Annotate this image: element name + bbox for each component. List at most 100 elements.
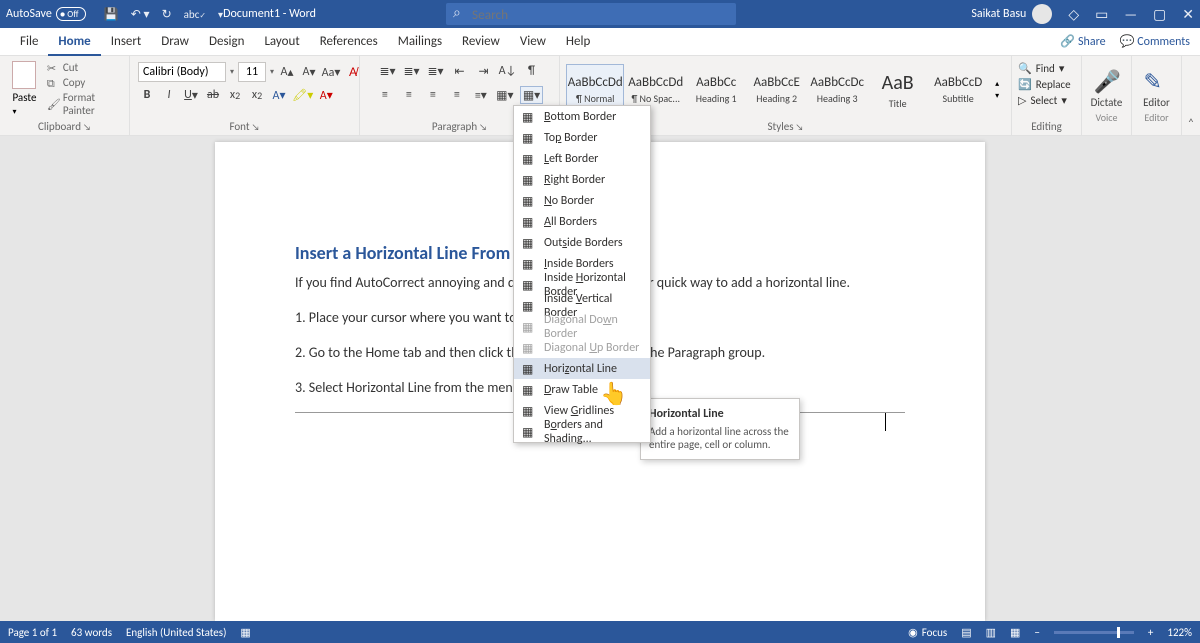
web-layout-icon[interactable]: ▦	[1010, 626, 1020, 639]
ribbon-display-icon[interactable]: ▭	[1095, 6, 1108, 23]
font-size-select[interactable]	[238, 62, 266, 82]
zoom-out-icon[interactable]: −	[1034, 626, 1039, 639]
tab-review[interactable]: Review	[452, 28, 510, 56]
align-right-icon[interactable]: ≡	[424, 86, 442, 104]
dialog-launcher-icon[interactable]: ↘	[794, 122, 804, 133]
bold-icon[interactable]: B	[138, 86, 156, 104]
tab-help[interactable]: Help	[556, 28, 600, 56]
tab-mailings[interactable]: Mailings	[388, 28, 452, 56]
zoom-level[interactable]: 122%	[1167, 626, 1192, 639]
sort-icon[interactable]: A↓	[499, 62, 517, 80]
menu-item[interactable]: ▦Borders and Shading...	[514, 421, 650, 442]
dialog-launcher-icon[interactable]: ↘	[250, 122, 260, 133]
italic-icon[interactable]: I	[160, 86, 178, 104]
replace-button[interactable]: 🔄 Replace	[1018, 78, 1071, 91]
save-icon[interactable]: 💾	[104, 7, 119, 22]
tab-insert[interactable]: Insert	[101, 28, 152, 56]
paste-button[interactable]: Paste▾	[6, 61, 43, 117]
macro-icon[interactable]: ▦	[240, 626, 250, 639]
menu-item[interactable]: ▦Horizontal Line	[514, 358, 650, 379]
tab-layout[interactable]: Layout	[254, 28, 309, 56]
format-painter-button[interactable]: 🖌Format Painter	[47, 91, 123, 117]
align-left-icon[interactable]: ≡	[376, 86, 394, 104]
minimize-icon[interactable]: —	[1124, 6, 1137, 23]
print-layout-icon[interactable]: ▥	[986, 626, 996, 639]
style-card[interactable]: AaBbCcDcHeading 3	[808, 64, 866, 116]
menu-item[interactable]: ▦All Borders	[514, 211, 650, 232]
style-card[interactable]: AaBbCcEHeading 2	[747, 64, 805, 116]
line-spacing-icon[interactable]: ≡▾	[472, 86, 490, 104]
tab-design[interactable]: Design	[199, 28, 254, 56]
menu-item[interactable]: ▦Right Border	[514, 169, 650, 190]
diamond-icon[interactable]: ◇	[1068, 6, 1079, 23]
menu-item[interactable]: ▦Left Border	[514, 148, 650, 169]
strikethrough-icon[interactable]: ab	[204, 86, 222, 104]
style-card[interactable]: AaBbCcDSubtitle	[929, 64, 987, 116]
cut-button[interactable]: ✂Cut	[47, 61, 123, 74]
bullets-icon[interactable]: ≣▾	[379, 62, 397, 80]
page-indicator[interactable]: Page 1 of 1	[8, 626, 57, 639]
share-button[interactable]: 🔗 Share	[1060, 34, 1105, 49]
qat-more-icon[interactable]: ▾	[218, 8, 223, 21]
tab-draw[interactable]: Draw	[151, 28, 199, 56]
font-family-select[interactable]	[138, 62, 226, 82]
shrink-font-icon[interactable]: A▾	[300, 63, 318, 81]
tab-home[interactable]: Home	[48, 28, 100, 56]
copy-icon: ⧉	[47, 77, 59, 89]
zoom-slider[interactable]	[1054, 631, 1134, 634]
menu-item[interactable]: ▦Draw Table	[514, 379, 650, 400]
redo-icon[interactable]: ↻	[162, 7, 172, 22]
user-account[interactable]: Saikat Basu	[971, 4, 1052, 24]
multilevel-icon[interactable]: ≣▾	[427, 62, 445, 80]
tab-file[interactable]: File	[10, 28, 48, 56]
numbering-icon[interactable]: ≣▾	[403, 62, 421, 80]
find-button[interactable]: 🔍 Find ▾	[1018, 62, 1064, 75]
menu-item[interactable]: ▦Top Border	[514, 127, 650, 148]
menu-item[interactable]: ▦Outside Borders	[514, 232, 650, 253]
justify-icon[interactable]: ≡	[448, 86, 466, 104]
menu-item: ▦Diagonal Up Border	[514, 337, 650, 358]
font-color-icon[interactable]: A▾	[317, 86, 335, 104]
borders-button[interactable]: ▦▾	[520, 86, 543, 104]
menu-item[interactable]: ▦No Border	[514, 190, 650, 211]
highlight-icon[interactable]: 🖍▾	[292, 86, 313, 104]
change-case-icon[interactable]: Aa▾	[322, 63, 340, 81]
collapse-ribbon-icon[interactable]: ˄	[1182, 56, 1200, 135]
style-card[interactable]: AaBTitle	[868, 64, 926, 116]
styles-more-icon[interactable]: ▴▾	[989, 79, 1005, 101]
read-mode-icon[interactable]: ▤	[961, 626, 971, 639]
copy-button[interactable]: ⧉Copy	[47, 76, 123, 89]
text-effects-icon[interactable]: A▾	[270, 86, 288, 104]
language-indicator[interactable]: English (United States)	[126, 626, 226, 639]
tab-view[interactable]: View	[510, 28, 556, 56]
autosave-toggle[interactable]: AutoSave ● Off	[6, 7, 86, 21]
editor-group[interactable]: ✎ Editor Editor	[1132, 56, 1182, 135]
maximize-icon[interactable]: ▢	[1153, 6, 1166, 23]
shading-icon[interactable]: ▦▾	[496, 86, 514, 104]
tab-references[interactable]: References	[310, 28, 388, 56]
dictate-group[interactable]: 🎤 Dictate Voice	[1082, 56, 1132, 135]
select-button[interactable]: ▷ Select ▾	[1018, 94, 1067, 107]
align-center-icon[interactable]: ≡	[400, 86, 418, 104]
outdent-icon[interactable]: ⇤	[451, 62, 469, 80]
comments-button[interactable]: 💬 Comments	[1120, 34, 1190, 49]
undo-icon[interactable]: ↶ ▾	[131, 7, 150, 22]
menu-item[interactable]: ▦Bottom Border	[514, 106, 650, 127]
grow-font-icon[interactable]: A▴	[278, 63, 296, 81]
scissors-icon: ✂	[47, 62, 59, 74]
focus-mode-button[interactable]: ◉ Focus	[908, 626, 947, 639]
subscript-icon[interactable]: x2	[226, 86, 244, 104]
superscript-icon[interactable]: x2	[248, 86, 266, 104]
close-icon[interactable]: ✕	[1182, 6, 1194, 23]
dialog-launcher-icon[interactable]: ↘	[477, 122, 487, 133]
indent-icon[interactable]: ⇥	[475, 62, 493, 80]
search-input[interactable]	[446, 3, 736, 25]
show-marks-icon[interactable]: ¶	[523, 62, 541, 80]
underline-icon[interactable]: U▾	[182, 86, 200, 104]
ribbon-tabs: FileHomeInsertDrawDesignLayoutReferences…	[0, 28, 1200, 56]
style-card[interactable]: AaBbCcHeading 1	[687, 64, 745, 116]
zoom-in-icon[interactable]: +	[1148, 626, 1153, 639]
word-count[interactable]: 63 words	[71, 626, 112, 639]
spellcheck-icon[interactable]: abc✓	[184, 8, 206, 21]
dialog-launcher-icon[interactable]: ↘	[81, 122, 91, 133]
